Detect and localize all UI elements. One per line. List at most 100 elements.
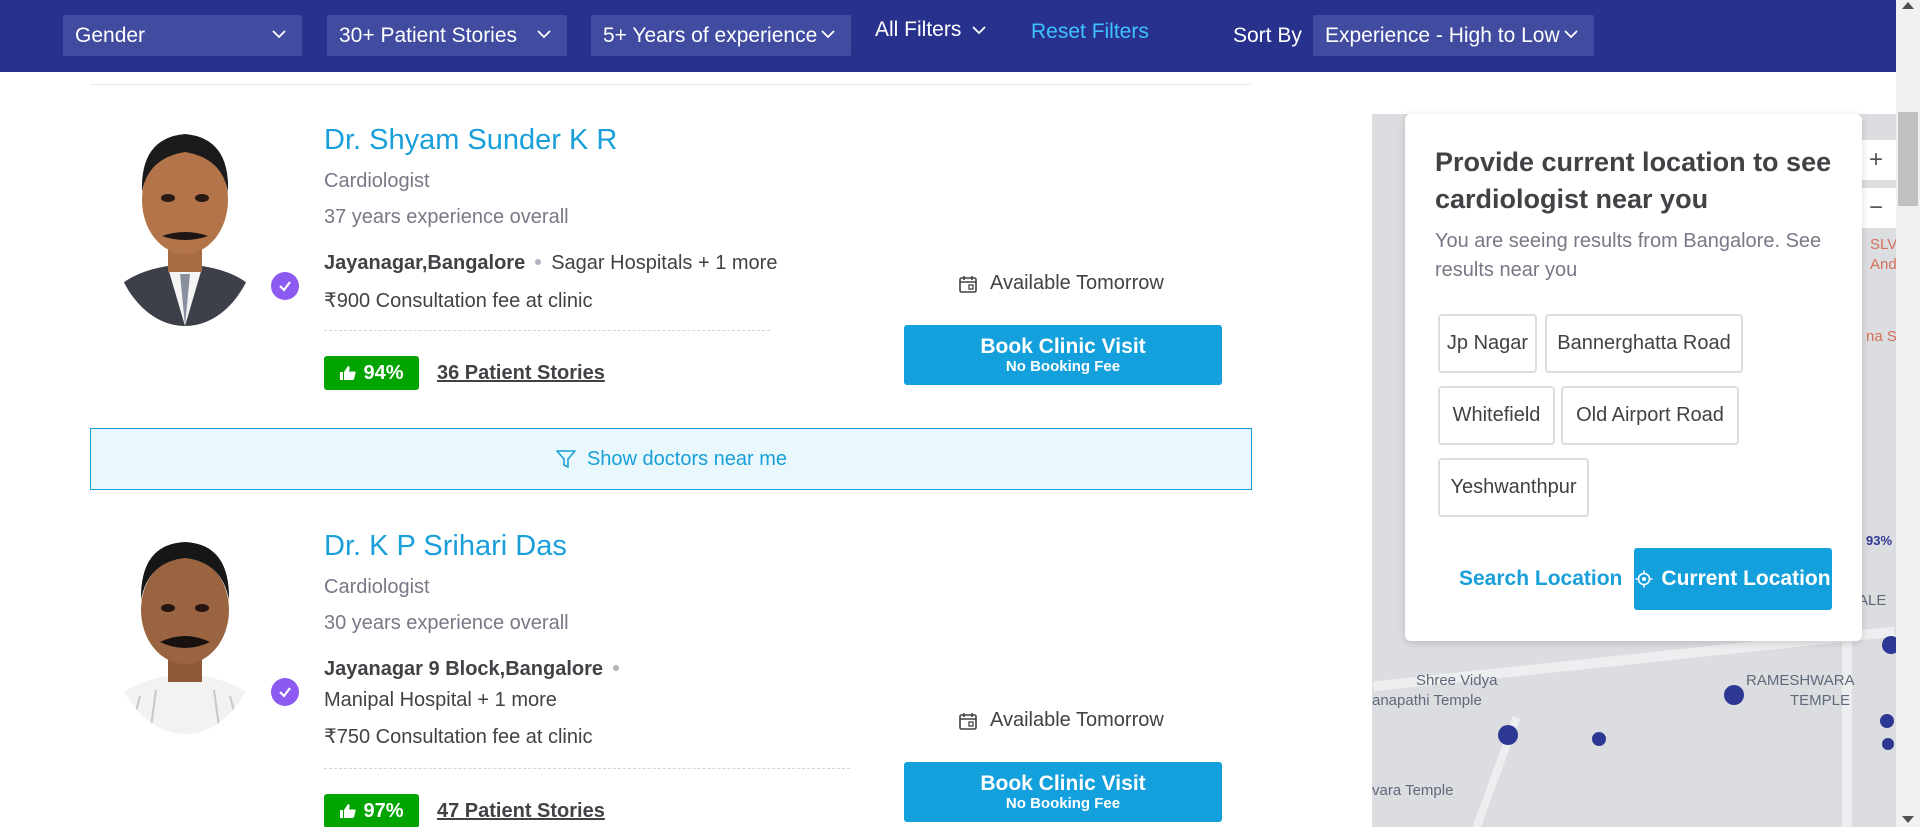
location-panel-subtitle: You are seeing results from Bangalore. S… (1435, 230, 1822, 281)
page: Gender 30+ Patient Stories 5+ Years of e… (0, 0, 1920, 827)
chevron-down-icon (537, 30, 551, 39)
patient-stories-link[interactable]: 36 Patient Stories (437, 362, 605, 385)
location-chip[interactable]: Old Airport Road (1561, 386, 1739, 445)
location-panel-title: Provide current location to see cardiolo… (1435, 147, 1832, 214)
calendar-icon (959, 712, 977, 730)
calendar-icon (959, 275, 977, 293)
experience-filter-label: 5+ Years of experience (603, 23, 818, 47)
chevron-down-icon (821, 30, 835, 39)
doctor-locality: Jayanagar,Bangalore (324, 252, 526, 274)
doctor-name-link[interactable]: Dr. K P Srihari Das (324, 530, 567, 563)
book-button-label: Book Clinic Visit (980, 771, 1146, 795)
chevron-down-icon (272, 30, 286, 39)
search-location-link[interactable]: Search Location (1459, 567, 1622, 591)
map-pin[interactable] (1880, 714, 1894, 728)
verified-badge-icon (271, 272, 299, 300)
gender-filter-label: Gender (75, 23, 146, 47)
location-chip[interactable]: Yeshwanthpur (1438, 458, 1589, 517)
availability: Available Tomorrow (958, 272, 1164, 295)
zoom-in-button[interactable]: + (1856, 140, 1896, 180)
map-label: And (1870, 256, 1896, 273)
all-filters-label: All Filters (875, 18, 962, 41)
map-label: ALE (1858, 592, 1887, 609)
map-pin-rating[interactable]: 93% (1866, 532, 1892, 550)
all-filters-button[interactable]: All Filters (875, 18, 987, 42)
map-label: TEMPLE (1790, 692, 1851, 709)
divider (90, 84, 1251, 85)
doctor-clinic[interactable]: Manipal Hospital + 1 more (324, 689, 557, 712)
verified-badge-icon (271, 678, 299, 706)
sort-value: Experience - High to Low (1325, 23, 1560, 47)
availability-text: Available Tomorrow (990, 709, 1164, 731)
doctor-name-link[interactable]: Dr. Shyam Sunder K R (324, 124, 617, 157)
chevron-down-icon (1564, 30, 1578, 39)
sort-by-label: Sort By (1233, 24, 1302, 47)
crosshair-icon (1635, 570, 1653, 588)
map-pin[interactable] (1882, 738, 1894, 750)
scrollbar-thumb[interactable] (1898, 112, 1918, 206)
doctor-card: Dr. K P Srihari Das Cardiologist 30 year… (90, 516, 1251, 827)
doctor-location: Jayanagar 9 Block,Bangalore (324, 658, 629, 681)
thumbs-up-icon (340, 804, 357, 818)
consultation-fee: ₹750 Consultation fee at clinic (324, 726, 593, 748)
consultation-fee: ₹900 Consultation fee at clinic (324, 290, 593, 312)
doctor-clinic[interactable]: Sagar Hospitals + 1 more (551, 252, 777, 274)
map-label: SLV (1870, 236, 1896, 253)
chevron-down-icon (972, 26, 986, 35)
doctor-locality: Jayanagar 9 Block,Bangalore (324, 658, 604, 680)
separator-dot (613, 665, 620, 671)
location-chip[interactable]: Jp Nagar (1438, 314, 1537, 373)
filter-funnel-icon (556, 450, 576, 468)
doctor-portrait-image (110, 526, 260, 734)
scroll-up-arrow-icon[interactable] (1902, 2, 1914, 9)
show-doctors-near-me-button[interactable]: Show doctors near me (90, 428, 1252, 490)
patient-stories-filter-label: 30+ Patient Stories (339, 23, 518, 47)
book-button-label: Book Clinic Visit (980, 334, 1146, 358)
patient-stories-filter-dropdown[interactable]: 30+ Patient Stories (327, 15, 567, 56)
map-label: Shree Vidya (1416, 672, 1498, 689)
sort-dropdown[interactable]: Experience - High to Low (1313, 15, 1594, 56)
map-pin[interactable] (1592, 732, 1606, 746)
doctor-card: Dr. Shyam Sunder K R Cardiologist 37 yea… (90, 110, 1251, 400)
rating-badge: 97% (324, 794, 419, 827)
map-pin[interactable] (1724, 685, 1744, 705)
dashed-divider (324, 768, 850, 769)
map-label: RAMESHWARA (1746, 672, 1855, 689)
zoom-out-button[interactable]: − (1856, 188, 1896, 228)
book-button-sublabel: No Booking Fee (1005, 794, 1121, 812)
current-location-button[interactable]: Current Location (1634, 548, 1832, 610)
gender-filter-dropdown[interactable]: Gender (63, 15, 302, 56)
book-clinic-visit-button[interactable]: Book Clinic Visit No Booking Fee (904, 762, 1222, 822)
rating-value: 94% (363, 361, 404, 384)
dashed-divider (324, 330, 770, 331)
rating-badge: 94% (324, 356, 419, 390)
separator-dot (535, 259, 542, 265)
map-label: na S (1866, 328, 1896, 345)
thumbs-up-icon (340, 366, 357, 380)
doctor-specialty: Cardiologist (324, 576, 430, 598)
map-label: vara Temple (1372, 782, 1454, 799)
doctor-specialty: Cardiologist (324, 170, 430, 192)
experience-filter-dropdown[interactable]: 5+ Years of experience (591, 15, 851, 56)
book-clinic-visit-button[interactable]: Book Clinic Visit No Booking Fee (904, 325, 1222, 385)
current-location-label: Current Location (1661, 567, 1831, 590)
location-panel: Provide current location to see cardiolo… (1405, 114, 1862, 641)
location-chip[interactable]: Whitefield (1438, 386, 1555, 445)
doctor-location: Jayanagar,Bangalore Sagar Hospitals + 1 m… (324, 252, 777, 275)
availability-text: Available Tomorrow (990, 272, 1164, 294)
rating-value: 97% (363, 799, 404, 822)
doctor-experience: 30 years experience overall (324, 612, 569, 634)
availability: Available Tomorrow (958, 709, 1164, 732)
patient-stories-link[interactable]: 47 Patient Stories (437, 800, 605, 823)
map-pin[interactable] (1882, 636, 1896, 654)
doctor-photo[interactable] (110, 526, 260, 734)
location-chip[interactable]: Bannerghatta Road (1545, 314, 1743, 373)
doctor-portrait-image (110, 118, 260, 326)
scroll-down-arrow-icon[interactable] (1902, 816, 1914, 823)
filter-bar: Gender 30+ Patient Stories 5+ Years of e… (0, 0, 1896, 72)
doctor-photo[interactable] (110, 118, 260, 326)
show-doctors-near-me-label: Show doctors near me (586, 447, 788, 470)
book-button-sublabel: No Booking Fee (1005, 357, 1121, 375)
map-pin[interactable] (1498, 725, 1518, 745)
reset-filters-link[interactable]: Reset Filters (1031, 20, 1149, 44)
